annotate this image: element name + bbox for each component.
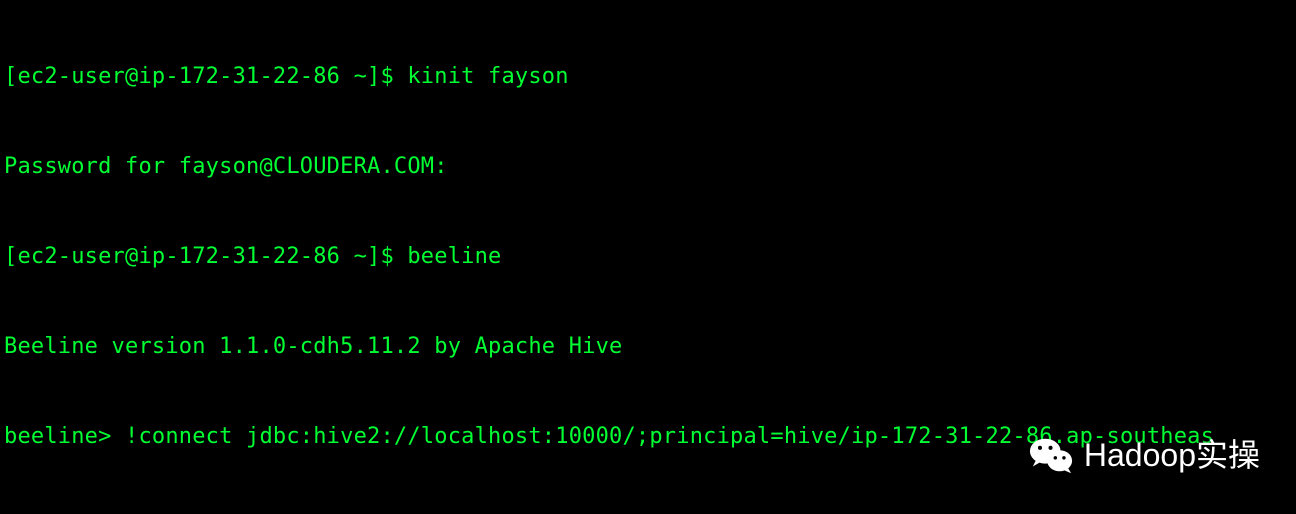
terminal-line: Beeline version 1.1.0-cdh5.11.2 by Apach… — [4, 332, 1292, 362]
watermark-text: Hadoop实操 — [1084, 440, 1260, 470]
terminal-line: [ec2-user@ip-172-31-22-86 ~]$ kinit fays… — [4, 62, 1292, 92]
watermark: Hadoop实操 — [1028, 432, 1260, 478]
wechat-icon — [1028, 432, 1074, 478]
terminal-window[interactable]: [ec2-user@ip-172-31-22-86 ~]$ kinit fays… — [0, 0, 1296, 514]
terminal-line: [ec2-user@ip-172-31-22-86 ~]$ beeline — [4, 242, 1292, 272]
terminal-line: Password for fayson@CLOUDERA.COM: — [4, 152, 1292, 182]
